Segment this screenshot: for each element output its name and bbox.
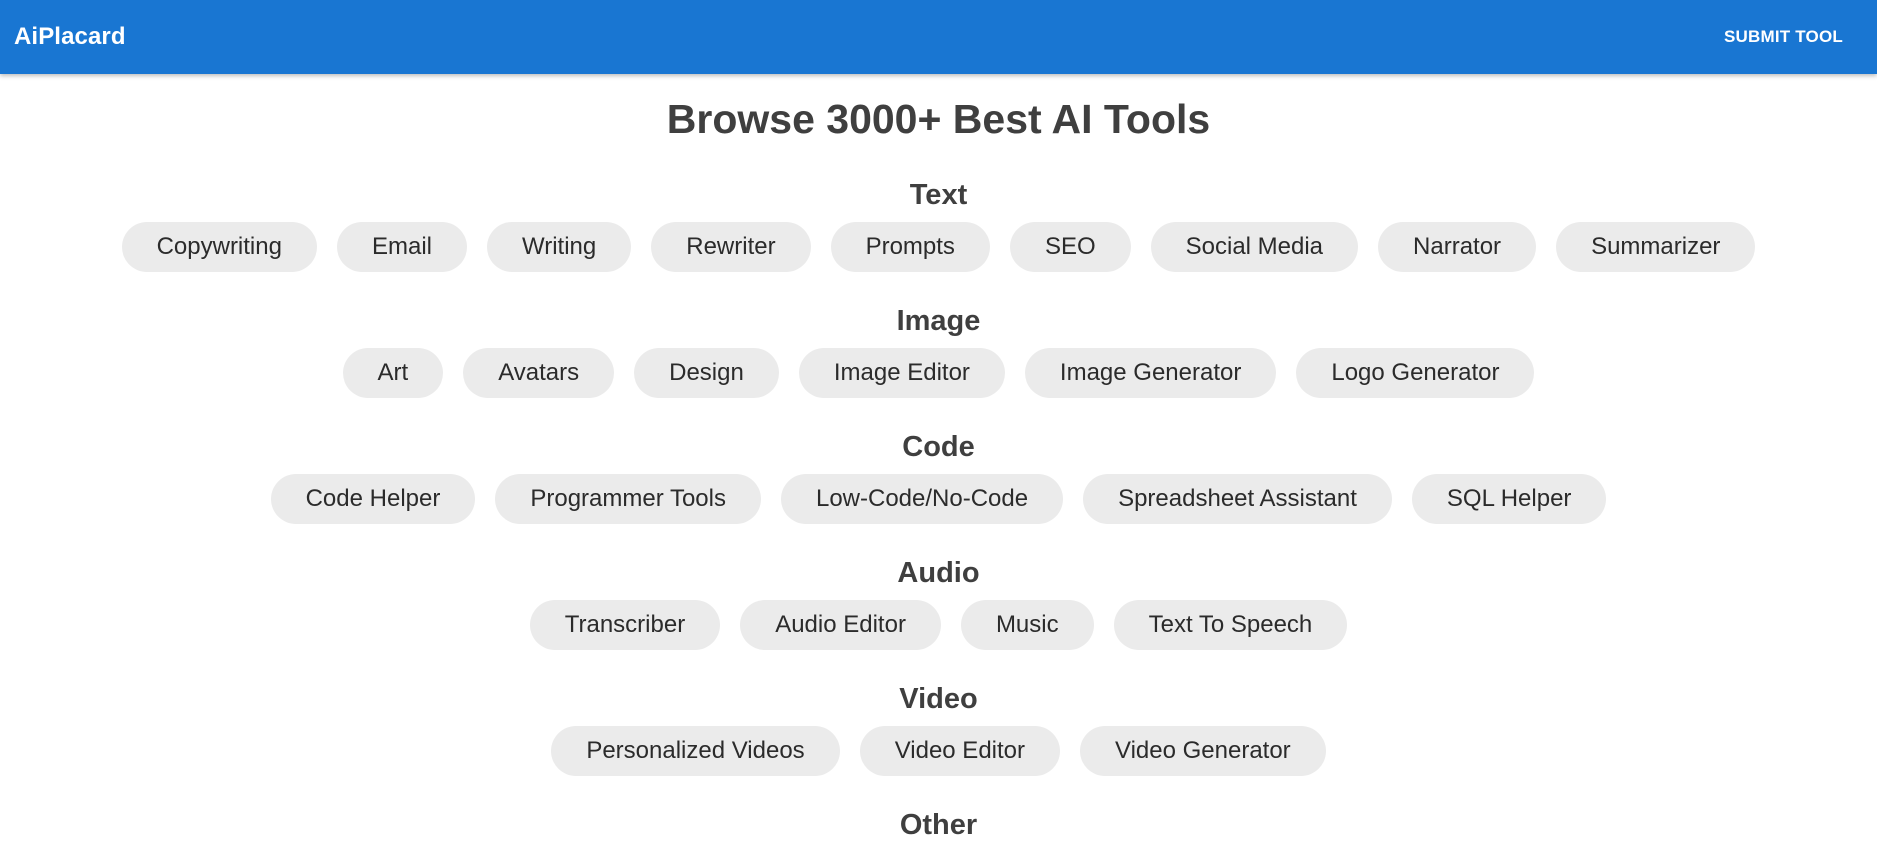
tag-chip-email[interactable]: Email	[336, 222, 467, 272]
tag-chip-writing[interactable]: Writing	[486, 222, 632, 272]
tag-chip-art[interactable]: Art	[342, 348, 444, 398]
tag-chip-prompts[interactable]: Prompts	[830, 222, 990, 272]
main-content: Browse 3000+ Best AI Tools Text Copywriti…	[0, 74, 1877, 868]
tag-chip-row: Transcriber Audio Editor Music Text To Spee…	[0, 600, 1877, 650]
category-title: Video	[899, 683, 978, 715]
tag-chip-code-helper[interactable]: Code Helper	[270, 474, 476, 524]
tag-chip-text-to-speech[interactable]: Text To Speech	[1113, 600, 1348, 650]
tag-chip-copywriting[interactable]: Copywriting	[121, 222, 317, 272]
tag-chip-logo-generator[interactable]: Logo Generator	[1296, 348, 1535, 398]
tag-chip-low-code-no-code[interactable]: Low-Code/No-Code	[780, 474, 1064, 524]
tag-chip-transcriber[interactable]: Transcriber	[529, 600, 721, 650]
category-audio: Audio Transcriber Audio Editor Music Text To…	[0, 556, 1877, 650]
category-text: Text Copywriting Email Writing Rewriter Promp…	[0, 178, 1877, 272]
category-title: Audio	[897, 557, 980, 589]
category-title: Image	[896, 305, 981, 337]
category-image: Image Art Avatars Design Image Editor Image G…	[0, 304, 1877, 398]
category-video: Video Personalized Videos Video Editor Vide…	[0, 682, 1877, 776]
tag-chip-narrator[interactable]: Narrator	[1378, 222, 1537, 272]
tag-chip-programmer-tools[interactable]: Programmer Tools	[495, 474, 761, 524]
category-other: Other	[0, 808, 1877, 842]
tag-chip-personalized-videos[interactable]: Personalized Videos	[551, 726, 840, 776]
tag-chip-video-generator[interactable]: Video Generator	[1080, 726, 1326, 776]
tag-chip-music[interactable]: Music	[960, 600, 1094, 650]
category-list: Text Copywriting Email Writing Rewriter Promp…	[0, 178, 1877, 842]
tag-chip-audio-editor[interactable]: Audio Editor	[740, 600, 941, 650]
tag-chip-row: Code Helper Programmer Tools Low-Code/No-C…	[0, 474, 1877, 524]
category-code: Code Code Helper Programmer Tools Low-Code/…	[0, 430, 1877, 524]
brand-logo-link[interactable]: AiPlacard	[14, 23, 126, 51]
tag-chip-rewriter[interactable]: Rewriter	[651, 222, 811, 272]
tag-chip-seo[interactable]: SEO	[1009, 222, 1131, 272]
category-title: Other	[899, 809, 978, 841]
tag-chip-video-editor[interactable]: Video Editor	[859, 726, 1060, 776]
submit-tool-button[interactable]: SUBMIT TOOL	[1724, 19, 1843, 55]
category-title: Code	[902, 431, 975, 463]
tag-chip-spreadsheet-assistant[interactable]: Spreadsheet Assistant	[1083, 474, 1392, 524]
app-bar: AiPlacard SUBMIT TOOL	[0, 0, 1877, 74]
tag-chip-image-editor[interactable]: Image Editor	[798, 348, 1005, 398]
tag-chip-social-media[interactable]: Social Media	[1150, 222, 1359, 272]
tag-chip-image-generator[interactable]: Image Generator	[1024, 348, 1277, 398]
page-title: Browse 3000+ Best AI Tools	[666, 96, 1211, 142]
tag-chip-row: Art Avatars Design Image Editor Image Genera…	[0, 348, 1877, 398]
tag-chip-sql-helper[interactable]: SQL Helper	[1411, 474, 1607, 524]
tag-chip-row: Copywriting Email Writing Rewriter Prompts SE…	[0, 222, 1877, 272]
tag-chip-avatars[interactable]: Avatars	[463, 348, 615, 398]
tag-chip-summarizer[interactable]: Summarizer	[1556, 222, 1756, 272]
tag-chip-row: Personalized Videos Video Editor Video Gen…	[0, 726, 1877, 776]
tag-chip-design[interactable]: Design	[634, 348, 779, 398]
category-title: Text	[909, 179, 968, 211]
